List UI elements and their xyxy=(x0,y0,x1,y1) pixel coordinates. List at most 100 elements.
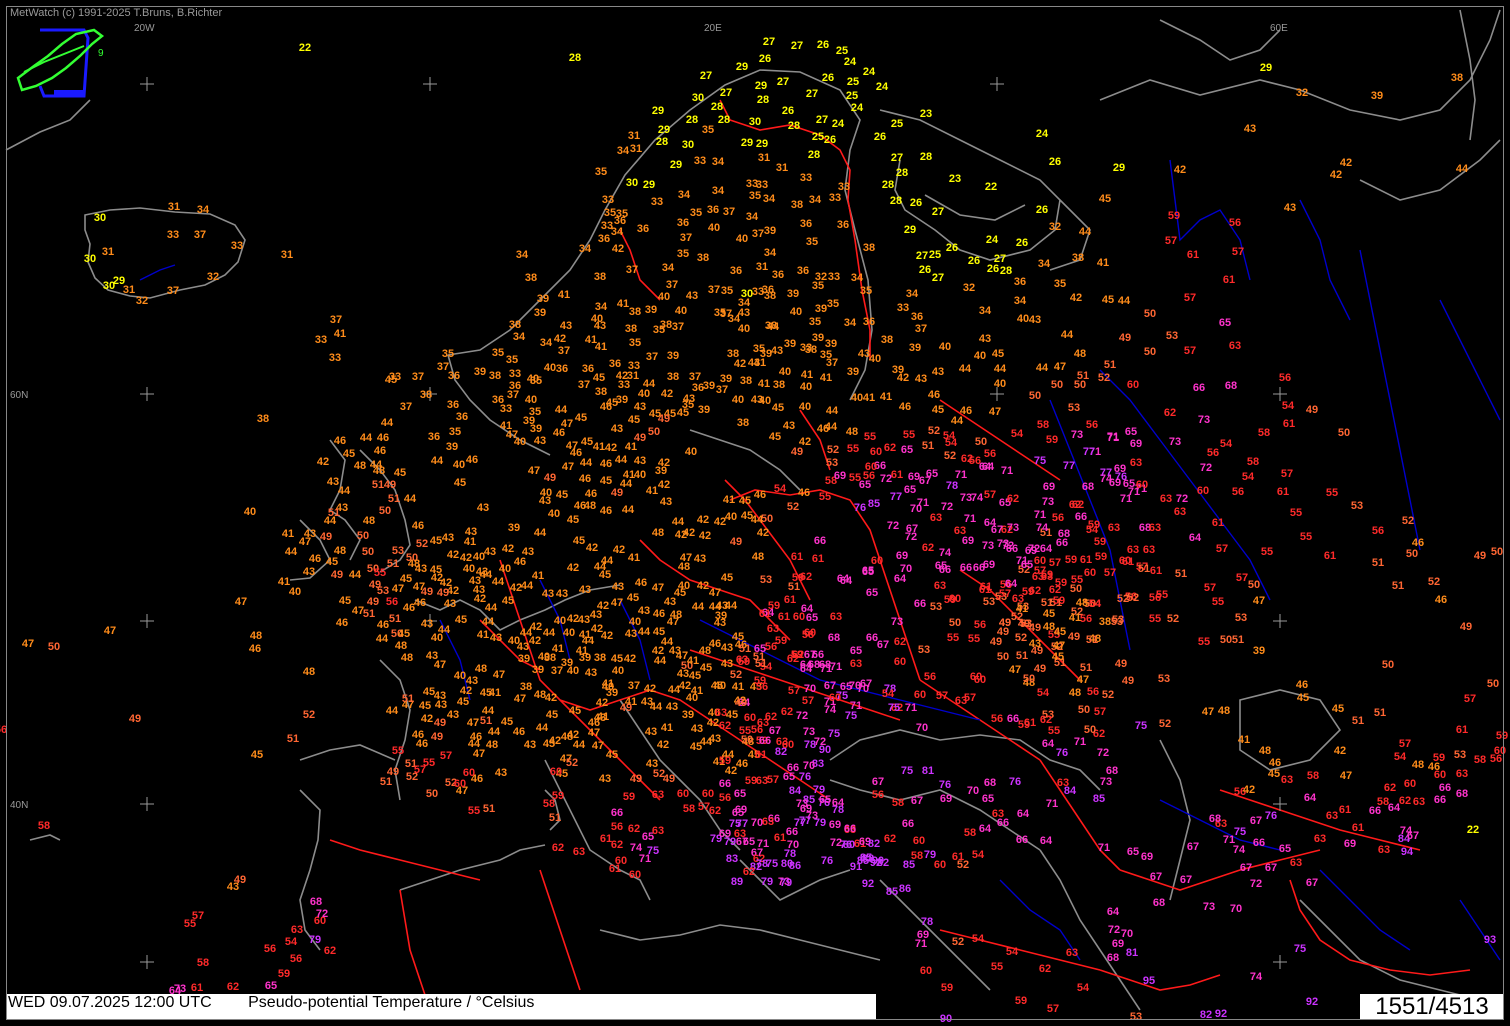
station-value: 42 xyxy=(567,729,579,741)
station-value: 82 xyxy=(868,838,880,850)
station-value: 57 xyxy=(1104,567,1116,579)
station-value: 40 xyxy=(244,506,256,518)
station-value: 26 xyxy=(968,255,980,267)
station-value: 60 xyxy=(702,788,714,800)
station-value: 48 xyxy=(1412,759,1424,771)
station-value: 25 xyxy=(891,118,903,130)
station-value: 37 xyxy=(558,345,570,357)
station-value: 43 xyxy=(303,566,315,578)
station-value: 60 xyxy=(1136,479,1148,491)
station-value: 59 xyxy=(1168,210,1180,222)
station-value: 42 xyxy=(613,544,625,556)
station-value: 33 xyxy=(829,192,841,204)
station-value: 41 xyxy=(532,570,544,582)
station-value: 44 xyxy=(485,602,498,614)
station-value: 48 xyxy=(678,561,690,573)
station-value: 66 xyxy=(1253,837,1265,849)
station-value: 71 xyxy=(820,663,832,675)
station-value: 52 xyxy=(944,450,956,462)
station-value: 67 xyxy=(1250,815,1262,827)
station-value: 67 xyxy=(1407,830,1419,842)
station-value: 50 xyxy=(1144,346,1156,358)
station-value: 70 xyxy=(967,785,979,797)
station-value: 28 xyxy=(808,149,820,161)
station-value: 44 xyxy=(1061,329,1074,341)
station-value: 23 xyxy=(920,108,932,120)
station-value: 64 xyxy=(1017,808,1030,820)
station-value: 66 xyxy=(902,818,914,830)
station-value: 28 xyxy=(718,114,730,126)
station-value: 25 xyxy=(846,90,858,102)
station-value: 75 xyxy=(1034,455,1046,467)
station-value: 29 xyxy=(1113,162,1125,174)
station-value: 72 xyxy=(1176,493,1188,505)
station-value: 24 xyxy=(851,102,864,114)
station-value: 51 xyxy=(549,812,561,824)
station-value: 62 xyxy=(1040,714,1052,726)
station-value: 72 xyxy=(1108,924,1120,936)
station-value: 57 xyxy=(1049,557,1061,569)
station-value: 40 xyxy=(725,511,737,523)
station-value: 51 xyxy=(483,803,495,815)
station-value: 41 xyxy=(334,328,346,340)
station-value: 35 xyxy=(442,348,454,360)
station-value: 56 xyxy=(611,821,623,833)
station-value: 42 xyxy=(1340,157,1352,169)
station-value: 61 xyxy=(609,863,621,875)
station-value: 60 xyxy=(550,766,562,778)
station-value: 48 xyxy=(752,551,764,563)
station-value: 35 xyxy=(721,285,733,297)
station-value: 49 xyxy=(658,413,670,425)
station-value: 38 xyxy=(594,652,606,664)
station-value: 42 xyxy=(1334,745,1346,757)
station-value: 75 xyxy=(1135,720,1147,732)
station-value: 36 xyxy=(428,431,440,443)
station-value: 45 xyxy=(573,535,585,547)
station-value: 75 xyxy=(845,710,857,722)
station-value: 46 xyxy=(1296,679,1308,691)
station-value: 23 xyxy=(949,173,961,185)
station-value: 42 xyxy=(657,739,669,751)
station-value: 49 xyxy=(434,717,446,729)
station-value: 72 xyxy=(887,520,899,532)
station-value: 63 xyxy=(1066,947,1078,959)
station-value: 36 xyxy=(456,411,468,423)
station-value: 61 xyxy=(791,551,803,563)
station-value: 46 xyxy=(514,556,526,568)
station-value: 40 xyxy=(612,665,624,677)
station-value: 45 xyxy=(611,653,623,665)
station-value: 47 xyxy=(392,583,404,595)
station-value: 51 xyxy=(1104,359,1116,371)
station-value: 58 xyxy=(802,629,814,641)
station-value: 60 xyxy=(1434,769,1446,781)
station-value: 59 xyxy=(1041,569,1053,581)
station-value: 69 xyxy=(1141,851,1153,863)
station-value: 45 xyxy=(674,587,686,599)
station-value: 45 xyxy=(480,687,492,699)
station-value: 39 xyxy=(909,342,921,354)
station-value: 81 xyxy=(1126,947,1138,959)
station-value: 67 xyxy=(872,776,884,788)
station-value: 48 xyxy=(670,609,682,621)
station-value: 42 xyxy=(714,516,726,528)
station-value: 33 xyxy=(828,271,840,283)
station-value: 73 xyxy=(1042,496,1054,508)
station-value: 49 xyxy=(1474,550,1486,562)
station-value: 43 xyxy=(542,588,554,600)
station-value: 44 xyxy=(520,627,533,639)
station-value: 41 xyxy=(1238,734,1250,746)
station-value: 31 xyxy=(756,261,768,273)
station-value: 40 xyxy=(736,233,748,245)
station-value: 49 xyxy=(620,702,632,714)
station-value: 47 xyxy=(467,717,479,729)
station-value: 50 xyxy=(1220,634,1232,646)
station-value: 54 xyxy=(972,933,985,945)
station-value: 42 xyxy=(460,685,472,697)
station-value: 54 xyxy=(1077,982,1090,994)
station-value: 44 xyxy=(555,404,568,416)
station-value: 38 xyxy=(489,370,501,382)
station-value: 42 xyxy=(699,530,711,542)
station-value: 46 xyxy=(513,726,525,738)
station-value: 67 xyxy=(1240,862,1252,874)
station-value: 44 xyxy=(482,616,495,628)
